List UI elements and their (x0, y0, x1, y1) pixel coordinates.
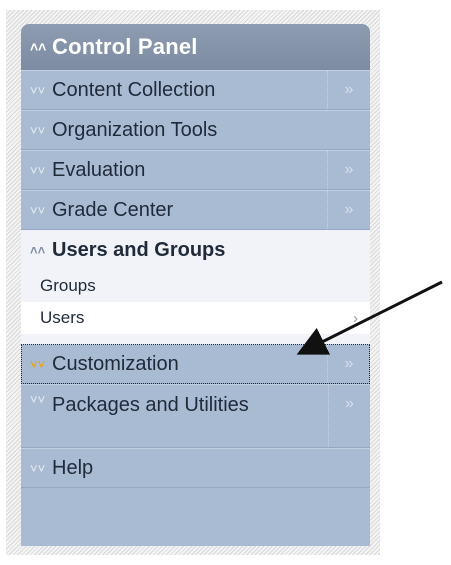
annotation-arrow (296, 280, 443, 355)
